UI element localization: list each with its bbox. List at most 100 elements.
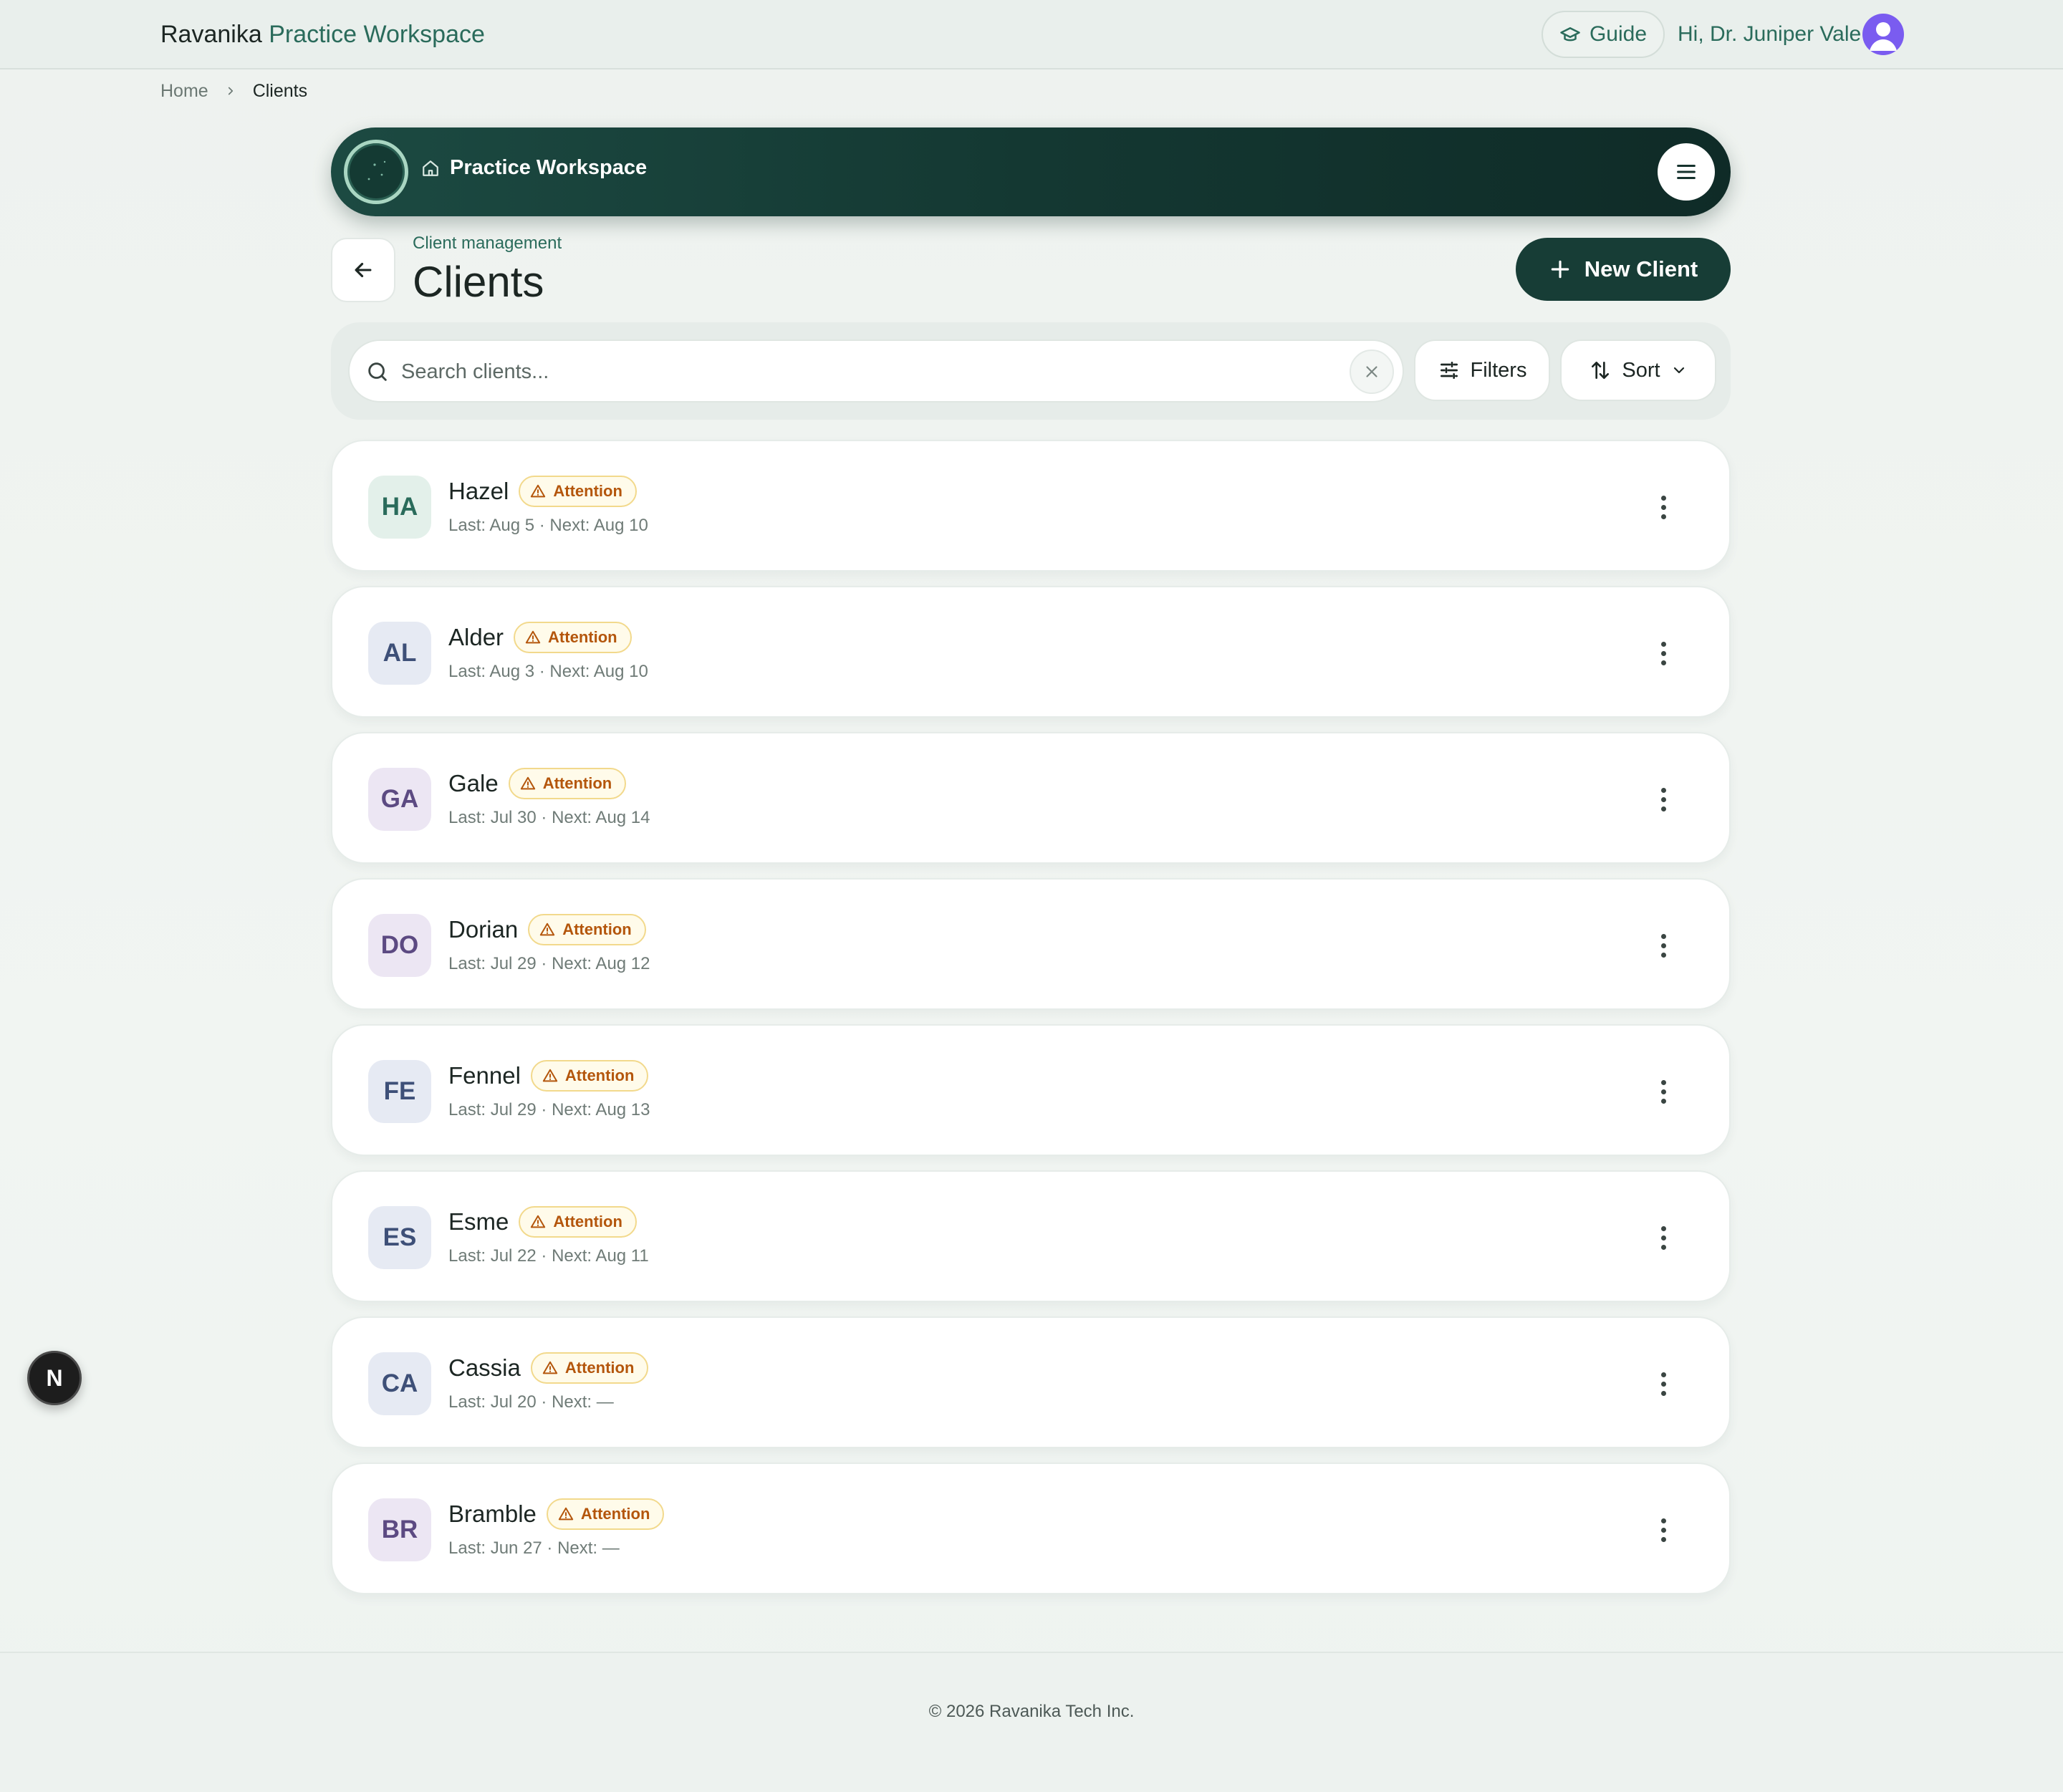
row-menu-button[interactable] — [1642, 632, 1685, 675]
workspace-title-label: Practice Workspace — [450, 156, 648, 179]
row-menu-button[interactable] — [1642, 778, 1685, 821]
client-name-row: Alder Attention — [448, 622, 632, 653]
client-name[interactable]: Cassia — [448, 1354, 521, 1382]
sort-button[interactable]: Sort — [1560, 339, 1716, 401]
client-visit-info: Last: Jun 27 · Next: — — [448, 1538, 620, 1558]
back-button[interactable] — [331, 238, 395, 302]
row-menu-button[interactable] — [1642, 924, 1685, 967]
guide-label: Guide — [1589, 22, 1648, 46]
client-visit-info: Last: Jul 29 · Next: Aug 12 — [448, 954, 650, 973]
client-name-row: Esme Attention — [448, 1206, 637, 1238]
client-visit-info: Last: Jul 30 · Next: Aug 14 — [448, 808, 650, 827]
warning-triangle-icon — [525, 630, 541, 645]
client-visit-info: Last: Jul 22 · Next: Aug 11 — [448, 1246, 649, 1266]
status-badge-label: Attention — [562, 920, 632, 938]
search-box — [348, 339, 1404, 403]
new-client-button[interactable]: New Client — [1516, 238, 1731, 301]
client-name[interactable]: Esme — [448, 1208, 509, 1235]
top-bar: Ravanika Practice Workspace Guide Hi, Dr… — [0, 0, 2063, 69]
more-vertical-icon — [1660, 1372, 1666, 1396]
client-card[interactable]: ES Esme Attention Last: Jul 22 · Next: A… — [331, 1170, 1731, 1302]
client-card[interactable]: BR Bramble Attention Last: Jun 27 · Next… — [331, 1463, 1731, 1594]
graduation-cap-icon — [1559, 24, 1581, 45]
client-name[interactable]: Dorian — [448, 916, 518, 943]
client-visit-info: Last: Aug 5 · Next: Aug 10 — [448, 516, 648, 535]
home-icon — [421, 159, 440, 178]
client-card[interactable]: GA Gale Attention Last: Jul 30 · Next: A… — [331, 732, 1731, 864]
status-badge: Attention — [519, 1206, 637, 1238]
filters-label: Filters — [1470, 358, 1527, 382]
more-vertical-icon — [1660, 1079, 1666, 1104]
client-name-row: Gale Attention — [448, 768, 627, 799]
status-badge: Attention — [528, 914, 646, 945]
status-badge-label: Attention — [553, 1213, 622, 1230]
status-badge: Attention — [530, 1060, 649, 1092]
brand-product: Practice Workspace — [269, 21, 485, 48]
menu-button[interactable] — [1658, 143, 1715, 201]
client-name-row: Fennel Attention — [448, 1060, 649, 1092]
search-icon — [365, 360, 390, 384]
client-initials-avatar: CA — [368, 1352, 431, 1415]
close-icon — [1362, 362, 1381, 381]
warning-triangle-icon — [542, 1068, 558, 1084]
client-card[interactable]: CA Cassia Attention Last: Jul 20 · Next:… — [331, 1316, 1731, 1448]
client-card[interactable]: DO Dorian Attention Last: Jul 29 · Next:… — [331, 878, 1731, 1010]
row-menu-button[interactable] — [1642, 1216, 1685, 1259]
more-vertical-icon — [1660, 933, 1666, 958]
chevron-down-icon — [1670, 362, 1688, 379]
client-card[interactable]: AL Alder Attention Last: Aug 3 · Next: A… — [331, 586, 1731, 718]
status-badge-label: Attention — [553, 482, 622, 500]
row-menu-button[interactable] — [1642, 1070, 1685, 1113]
user-greeting: Hi, Dr. Juniper Vale — [1678, 22, 1862, 46]
brand-name: Ravanika — [160, 21, 262, 48]
filters-button[interactable]: Filters — [1414, 339, 1550, 401]
hamburger-menu-icon — [1674, 160, 1698, 184]
sort-arrows-icon — [1589, 359, 1612, 382]
row-menu-button[interactable] — [1642, 486, 1685, 529]
client-name[interactable]: Alder — [448, 624, 504, 651]
status-badge: Attention — [514, 622, 632, 653]
client-list: HA Hazel Attention Last: Aug 5 · Next: A… — [331, 440, 1731, 1609]
footer-copyright: © 2026 Ravanika Tech Inc. — [928, 1702, 1135, 1721]
row-menu-button[interactable] — [1642, 1508, 1685, 1551]
client-card[interactable]: HA Hazel Attention Last: Aug 5 · Next: A… — [331, 440, 1731, 572]
status-badge-label: Attention — [580, 1505, 650, 1523]
plus-icon — [1549, 258, 1572, 281]
guide-button[interactable]: Guide — [1542, 11, 1665, 58]
client-name[interactable]: Bramble — [448, 1500, 537, 1528]
warning-triangle-icon — [530, 483, 546, 499]
status-badge: Attention — [546, 1498, 665, 1530]
clear-search-button[interactable] — [1350, 350, 1394, 394]
status-badge-label: Attention — [564, 1066, 635, 1084]
client-initials-avatar: ES — [368, 1206, 431, 1269]
client-visit-info: Last: Aug 3 · Next: Aug 10 — [448, 662, 648, 681]
more-vertical-icon — [1660, 495, 1666, 519]
breadcrumb-current: Clients — [252, 80, 308, 101]
app-brand[interactable]: Ravanika Practice Workspace — [160, 19, 485, 50]
client-initials-avatar: HA — [368, 476, 431, 539]
client-name[interactable]: Hazel — [448, 478, 509, 505]
row-menu-button[interactable] — [1642, 1362, 1685, 1405]
client-visit-info: Last: Jul 20 · Next: — — [448, 1392, 614, 1412]
client-initials-avatar: AL — [368, 622, 431, 685]
client-name[interactable]: Fennel — [448, 1062, 521, 1089]
page-title: Clients — [413, 258, 544, 306]
client-name[interactable]: Gale — [448, 770, 499, 797]
workspace-title[interactable]: Practice Workspace — [421, 156, 647, 180]
floating-dev-badge[interactable]: N — [27, 1351, 82, 1405]
status-badge: Attention — [530, 1352, 649, 1384]
status-badge: Attention — [519, 476, 637, 507]
warning-triangle-icon — [520, 776, 536, 791]
page-eyebrow: Client management — [413, 233, 562, 253]
user-avatar[interactable] — [1862, 14, 1904, 55]
search-input[interactable] — [401, 354, 1332, 390]
client-name-row: Hazel Attention — [448, 476, 637, 507]
breadcrumb: Home Clients — [160, 77, 307, 105]
sort-label: Sort — [1622, 358, 1660, 382]
client-card[interactable]: FE Fennel Attention Last: Jul 29 · Next:… — [331, 1024, 1731, 1156]
more-vertical-icon — [1660, 787, 1666, 811]
breadcrumb-home[interactable]: Home — [160, 81, 208, 102]
status-badge-label: Attention — [564, 1359, 635, 1377]
status-badge-label: Attention — [548, 628, 617, 646]
client-toolbar: Filters Sort — [331, 322, 1731, 420]
